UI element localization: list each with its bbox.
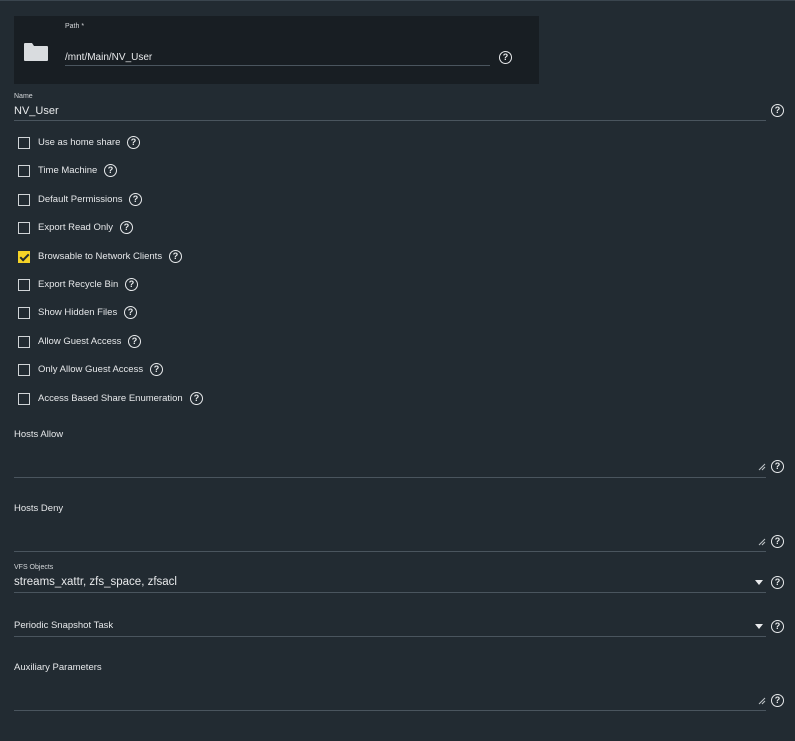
checkbox[interactable] [18, 307, 30, 320]
name-input[interactable]: NV_User [14, 105, 59, 117]
auxiliary-resize-icon[interactable] [758, 697, 766, 705]
auxiliary-help-icon[interactable]: ? [771, 694, 784, 707]
checkbox-label[interactable]: Browsable to Network Clients [38, 250, 162, 264]
name-underline [14, 120, 766, 121]
vfs-objects-select[interactable]: streams_xattr, zfs_space, zfsacl [14, 576, 177, 588]
auxiliary-underline [14, 710, 766, 711]
checkbox-help-icon[interactable]: ? [129, 192, 142, 206]
checkbox[interactable] [18, 165, 30, 178]
checkbox[interactable] [18, 137, 30, 149]
periodic-snapshot-help-icon[interactable]: ? [771, 620, 784, 633]
checkbox-help-icon[interactable]: ? [169, 249, 182, 263]
checkbox-help-icon[interactable]: ? [104, 164, 117, 178]
checkbox-help-icon[interactable]: ? [125, 278, 138, 291]
auxiliary-parameters-input[interactable] [14, 688, 759, 706]
path-help-icon[interactable]: ? [499, 51, 512, 64]
name-label: Name [14, 93, 33, 100]
path-input[interactable]: /mnt/Main/NV_User [65, 51, 490, 65]
checkbox-label[interactable]: Access Based Share Enumeration [38, 392, 183, 406]
checkbox-help-icon[interactable]: ? [127, 136, 140, 149]
hosts-deny-resize-icon[interactable] [758, 538, 766, 546]
path-panel: Path * /mnt/Main/NV_User ? [14, 16, 539, 84]
checkbox-label[interactable]: Time Machine [38, 164, 97, 178]
checkbox-label[interactable]: Export Read Only [38, 221, 113, 235]
top-divider [0, 0, 795, 1]
vfs-objects-help-icon[interactable]: ? [771, 576, 784, 589]
periodic-snapshot-dropdown-icon[interactable] [755, 624, 763, 629]
checkbox-help-icon[interactable]: ? [124, 306, 137, 320]
vfs-objects-underline [14, 592, 766, 593]
hosts-allow-help-icon[interactable]: ? [771, 460, 784, 473]
checkbox-label[interactable]: Export Recycle Bin [38, 278, 118, 292]
hosts-deny-label: Hosts Deny [14, 503, 64, 514]
path-label: Path * [65, 23, 85, 30]
periodic-snapshot-select[interactable]: Periodic Snapshot Task [14, 620, 113, 631]
hosts-allow-underline [14, 477, 766, 478]
checkbox-help-icon[interactable]: ? [128, 334, 141, 348]
checkbox-label[interactable]: Use as home share [38, 136, 120, 150]
checkbox-label[interactable]: Show Hidden Files [38, 306, 117, 320]
checkbox[interactable] [18, 222, 30, 235]
checkbox-help-icon[interactable]: ? [150, 363, 163, 377]
hosts-allow-label: Hosts Allow [14, 429, 64, 440]
checkbox[interactable] [18, 392, 30, 405]
hosts-deny-underline [14, 551, 766, 552]
checkbox-label[interactable]: Only Allow Guest Access [38, 363, 143, 377]
hosts-deny-input[interactable] [14, 529, 759, 547]
vfs-objects-label: VFS Objects [14, 564, 54, 571]
auxiliary-parameters-label: Auxiliary Parameters [14, 662, 102, 673]
name-help-icon[interactable]: ? [771, 104, 784, 117]
checkbox-label[interactable]: Allow Guest Access [38, 335, 121, 349]
hosts-allow-input[interactable] [14, 455, 759, 473]
folder-icon[interactable] [23, 42, 49, 62]
checkbox[interactable] [18, 193, 30, 206]
path-underline [65, 65, 490, 66]
checkbox[interactable] [18, 279, 30, 291]
checkbox-help-icon[interactable]: ? [120, 221, 133, 235]
checkbox[interactable] [18, 364, 30, 377]
hosts-deny-help-icon[interactable]: ? [771, 535, 784, 548]
checkbox-label[interactable]: Default Permissions [38, 193, 122, 207]
checkbox-help-icon[interactable]: ? [190, 391, 203, 405]
checkbox[interactable] [18, 335, 30, 348]
checkbox[interactable] [18, 250, 30, 263]
periodic-snapshot-underline [14, 636, 766, 637]
vfs-objects-dropdown-icon[interactable] [755, 580, 763, 585]
hosts-allow-resize-icon[interactable] [758, 463, 766, 471]
